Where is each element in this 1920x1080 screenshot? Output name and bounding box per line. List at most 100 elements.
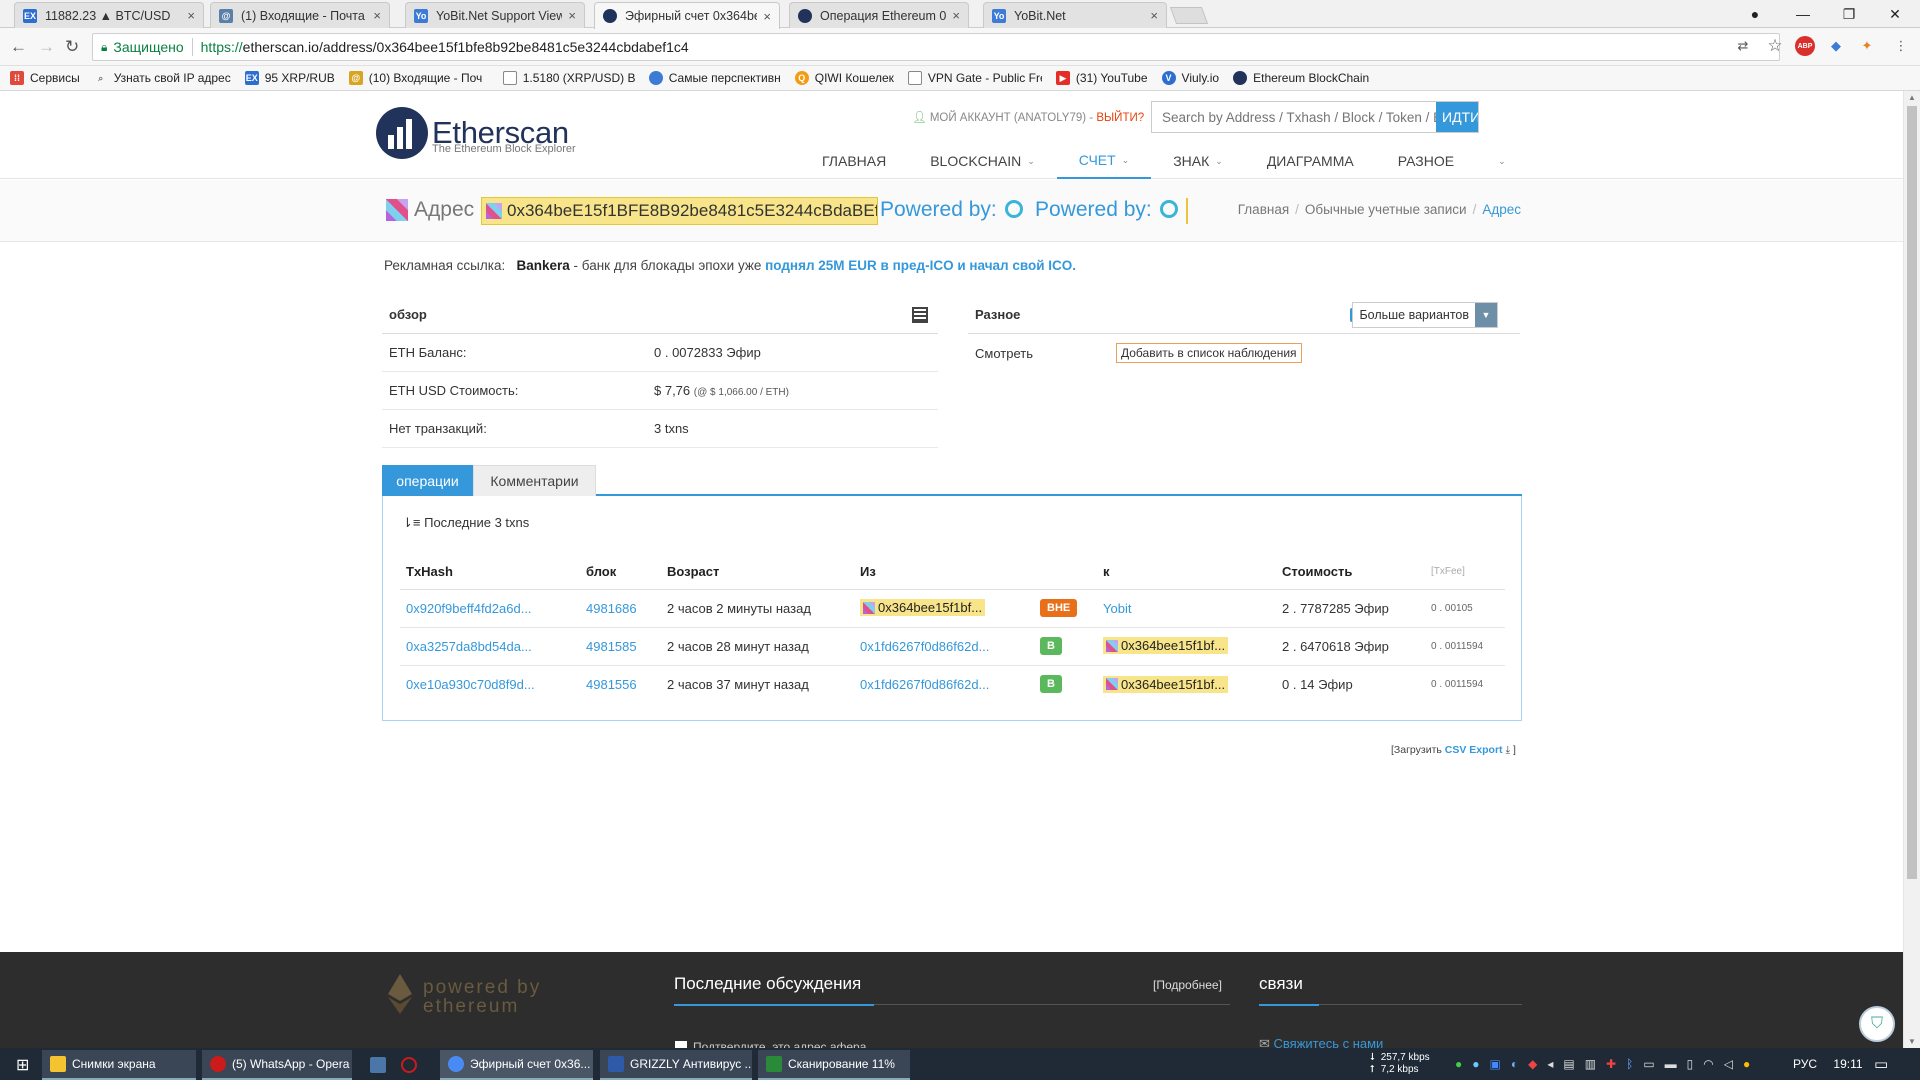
nav-home[interactable]: ГЛАВНАЯ <box>800 143 908 179</box>
volume-icon[interactable]: ◁ <box>1724 1057 1733 1071</box>
reload-icon[interactable]: ↻ <box>65 37 79 57</box>
browser-tab[interactable]: Yo YoBit.Net Support View × <box>405 2 585 28</box>
bookmark-item[interactable]: 1.5180 (XRP/USD) Bit <box>502 71 635 85</box>
bookmark-item[interactable]: ⁞⁞ Сервисы <box>10 71 80 85</box>
discussion-item[interactable]: Подтвердите, это адрес афера <box>675 1040 866 1048</box>
scroll-up-icon[interactable]: ▲ <box>1908 93 1916 102</box>
tray-icon[interactable]: ◆ <box>1528 1057 1537 1071</box>
taskbar-item-active[interactable]: Эфирный счет 0x36... <box>440 1050 593 1080</box>
nav-blockchain[interactable]: BLOCKCHAIN ⌄ <box>908 143 1057 179</box>
taskbar-item[interactable]: Сканирование 11% <box>758 1050 910 1080</box>
ethereum-extension-icon[interactable]: ◆ <box>1826 36 1846 56</box>
close-tab-icon[interactable]: × <box>568 8 576 23</box>
windows-start-icon[interactable]: ⊞ <box>8 1050 38 1080</box>
nav-charts[interactable]: ДИАГРАММА <box>1245 143 1376 179</box>
bookmark-item[interactable]: V Viuly.io <box>1161 71 1219 85</box>
block-link[interactable]: 4981585 <box>586 639 637 654</box>
powered-by-widget[interactable]: Powered by: <box>880 198 1023 222</box>
restore-button[interactable]: ❐ <box>1826 0 1872 28</box>
block-link[interactable]: 4981686 <box>586 601 637 616</box>
tray-icon[interactable]: ▬ <box>1665 1057 1677 1071</box>
ad-link[interactable]: поднял 25M EUR в пред-ICO и начал свой I… <box>765 258 1076 273</box>
tray-icon[interactable]: ● <box>1743 1057 1750 1071</box>
powered-by-widget[interactable]: Powered by: <box>1035 198 1178 222</box>
browser-tab[interactable]: @ (1) Входящие - Почта M × <box>210 2 390 28</box>
nav-account[interactable]: СЧЕТ ⌄ <box>1056 143 1152 179</box>
tray-icon[interactable]: ▤ <box>1563 1057 1574 1071</box>
tray-icon[interactable]: ● <box>1455 1057 1462 1071</box>
forward-arrow-icon[interactable]: → <box>38 37 55 57</box>
close-tab-icon[interactable]: × <box>1150 8 1158 23</box>
bookmark-item[interactable]: VPN Gate - Public Fre <box>907 71 1042 85</box>
account-link[interactable]: МОЙ АККАУНТ (ANATOLY79) <box>930 112 1086 124</box>
breadcrumb-home[interactable]: Главная <box>1238 202 1289 217</box>
tx-hash-link[interactable]: 0xa3257da8bd54da... <box>406 639 532 654</box>
vk-icon[interactable] <box>362 1050 390 1080</box>
browser-tab[interactable]: EX 11882.23 ▲ BTC/USD × <box>14 2 204 28</box>
contact-us-link[interactable]: ✉ Свяжитесь с нами <box>1259 1036 1383 1048</box>
page-scrollbar[interactable]: ▲ ▼ <box>1903 91 1920 1048</box>
adblock-icon[interactable]: ABP <box>1795 36 1815 56</box>
close-tab-icon[interactable]: × <box>187 8 195 23</box>
minimize-button[interactable]: — <box>1780 0 1826 28</box>
search-go-button[interactable]: ИДТИ <box>1436 102 1478 132</box>
logout-link[interactable]: ВЫЙТИ? <box>1096 112 1144 124</box>
menu-kebab-icon[interactable]: ⋮ <box>1891 36 1911 56</box>
browser-tab-active[interactable]: Эфирный счет 0x364bee × <box>594 2 780 29</box>
tray-icon[interactable]: ◐ <box>1511 1057 1518 1071</box>
bookmark-item[interactable]: EX 95 XRP/RUB <box>244 71 335 85</box>
browser-tab[interactable]: Операция Ethereum 0x8 × <box>789 2 969 28</box>
nav-misc[interactable]: РАЗНОЕ ⌄ <box>1376 143 1528 179</box>
etherscan-logo[interactable]: Etherscan The Ethereum Block Explorer <box>376 107 576 159</box>
scroll-down-icon[interactable]: ▼ <box>1908 1037 1916 1046</box>
from-address-link[interactable]: 0x1fd6267f0d86f62d... <box>860 639 989 654</box>
browser-tab[interactable]: Yo YoBit.Net × <box>983 2 1167 28</box>
close-tab-icon[interactable]: × <box>373 8 381 23</box>
tray-icon[interactable]: ● <box>1472 1057 1479 1071</box>
address-highlight[interactable]: 0x364beE15f1BFE8B92be8481c5E3244cBdaBEf1… <box>481 197 878 225</box>
tray-icon[interactable]: ✚ <box>1606 1057 1616 1071</box>
tray-icon[interactable]: ▥ <box>1585 1057 1596 1071</box>
opera-pinned-icon[interactable] <box>393 1050 421 1080</box>
tray-icon[interactable]: ▯ <box>1687 1057 1694 1071</box>
from-address-link[interactable]: 0x1fd6267f0d86f62d... <box>860 677 989 692</box>
scroll-thumb[interactable] <box>1907 106 1917 879</box>
url-bar[interactable]: 🔒︎ Защищено https://etherscan.io/address… <box>92 33 1780 61</box>
tab-comments[interactable]: Комментарии <box>473 465 596 496</box>
profile-icon[interactable]: ● <box>1732 0 1778 28</box>
back-arrow-icon[interactable]: ← <box>10 37 27 57</box>
bluetooth-icon[interactable]: ᛒ <box>1626 1057 1633 1071</box>
qr-code-icon[interactable] <box>912 307 928 323</box>
close-window-button[interactable]: ✕ <box>1872 0 1918 28</box>
csv-export-link[interactable]: CSV Export <box>1445 744 1503 756</box>
to-address-link[interactable]: Yobit <box>1103 601 1131 616</box>
bookmark-item[interactable]: ▶ (31) YouTube <box>1055 71 1148 85</box>
add-to-watchlist-button[interactable]: Добавить в список наблюдения <box>1116 343 1302 363</box>
metamask-icon[interactable]: ✦ <box>1857 36 1877 56</box>
search-input[interactable] <box>1152 102 1436 132</box>
more-options-dropdown[interactable]: Больше вариантов ▼ <box>1352 302 1498 328</box>
clock[interactable]: 19:11 <box>1828 1048 1868 1080</box>
discussions-more-link[interactable]: [Подробнее] <box>1153 978 1222 992</box>
bookmark-item[interactable]: Самые перспективн <box>648 71 781 85</box>
bookmark-item[interactable]: ⌕ Узнать свой IP адрес <box>94 71 231 85</box>
language-indicator[interactable]: РУС <box>1793 1048 1817 1080</box>
tx-hash-link[interactable]: 0x920f9beff4fd2a6d... <box>406 601 532 616</box>
tray-icon[interactable]: ▭ <box>1643 1057 1654 1071</box>
bookmark-star-icon[interactable]: ☆ <box>1765 36 1785 56</box>
bookmark-item[interactable]: Ethereum BlockChain <box>1233 71 1369 85</box>
taskbar-item[interactable]: GRIZZLY Антивирус ... <box>600 1050 752 1080</box>
block-link[interactable]: 4981556 <box>586 677 637 692</box>
breadcrumb-accounts[interactable]: Обычные учетные записи <box>1305 202 1467 217</box>
new-tab-button[interactable] <box>1169 7 1209 24</box>
tray-icon[interactable]: ◂ <box>1547 1057 1553 1071</box>
tray-icon[interactable]: ▣ <box>1490 1057 1501 1071</box>
security-shield-icon[interactable]: ⛉ <box>1859 1006 1895 1042</box>
close-tab-icon[interactable]: × <box>763 9 771 24</box>
wifi-icon[interactable]: ◠ <box>1703 1057 1713 1071</box>
close-tab-icon[interactable]: × <box>952 8 960 23</box>
bookmark-item[interactable]: Q QIWI Кошелек <box>794 71 894 85</box>
tx-hash-link[interactable]: 0xe10a930c70d8f9d... <box>406 677 535 692</box>
nav-token[interactable]: ЗНАК ⌄ <box>1151 143 1245 179</box>
translate-icon[interactable]: ⇄ <box>1733 36 1753 56</box>
